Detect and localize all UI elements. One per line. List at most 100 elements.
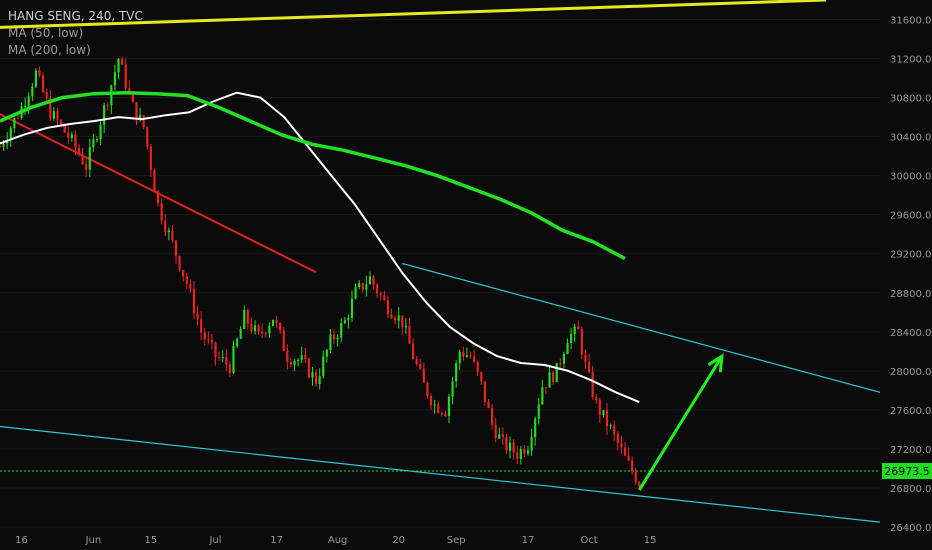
candle-body (555, 363, 558, 383)
candle-body (397, 315, 400, 321)
candle-body (444, 413, 447, 416)
y-tick-label: 26800.0 (890, 484, 931, 495)
candle-body (92, 139, 95, 148)
candle-body (361, 283, 364, 290)
candle-body (411, 343, 415, 360)
candle-body (221, 357, 224, 359)
candle-body (494, 424, 497, 439)
candle-body (174, 240, 178, 256)
candle-body (196, 313, 199, 320)
candle-body (146, 126, 149, 147)
candle-body (386, 300, 389, 315)
candle-body (505, 436, 508, 451)
candle-body (257, 325, 260, 332)
last-price-badge: 26973.5 (882, 463, 932, 480)
candle-body (552, 372, 555, 383)
y-tick-label: 26400.0 (890, 523, 931, 534)
candle-body (631, 460, 634, 472)
x-tick-label: Oct (580, 535, 597, 546)
candle-body (634, 471, 637, 483)
candle-body (250, 323, 253, 332)
candle-body (318, 376, 321, 385)
y-tick-label: 27200.0 (890, 445, 931, 456)
candle-body (99, 124, 102, 140)
candle-body (67, 132, 70, 138)
candle-body (408, 325, 411, 344)
candle-body (253, 325, 257, 332)
candle-body (34, 70, 37, 87)
candle-body (429, 395, 433, 406)
candle-body (271, 319, 275, 326)
candle-body (282, 330, 285, 351)
candle-body (462, 351, 465, 357)
candle-body (95, 139, 99, 141)
price-chart[interactable]: 26400.0 26800.0 27200.0 27600.0 28000.0 28400… (0, 0, 932, 550)
candle-body (315, 372, 318, 385)
candle-body (203, 332, 206, 340)
candle-body (167, 230, 170, 233)
y-tick-label: 29600.0 (890, 211, 931, 222)
candle-body (534, 418, 537, 438)
y-tick-label: 30800.0 (890, 94, 931, 105)
candle-body (45, 91, 48, 99)
trendline-channel-top (402, 262, 881, 393)
candle-body (336, 337, 339, 340)
y-tick-label: 28800.0 (890, 289, 931, 300)
candle-body (480, 372, 483, 382)
candle-body (38, 70, 41, 76)
candle-body (178, 255, 181, 271)
candle-body (605, 410, 609, 427)
candle-body (372, 276, 375, 285)
candle-body (343, 320, 346, 324)
candle-body (390, 314, 393, 319)
candle-body (426, 382, 429, 396)
y-axis: 26400.0 26800.0 27200.0 27600.0 28000.0 28400… (890, 16, 931, 534)
x-tick-label: 15 (144, 535, 157, 546)
candle-body (587, 361, 591, 372)
candle-body (85, 163, 88, 170)
candle-body (300, 355, 303, 360)
candle-body (580, 329, 583, 355)
candle-body (541, 387, 544, 405)
y-tick-label: 28000.0 (890, 367, 931, 378)
candle-body (422, 368, 425, 383)
x-tick-label: 15 (644, 535, 657, 546)
candle-body (325, 349, 328, 357)
candle-body (627, 455, 630, 461)
candle-body (307, 359, 310, 378)
candle-body (591, 371, 594, 398)
candle-body (297, 359, 300, 362)
candle-body (182, 270, 185, 277)
candle-body (404, 325, 407, 328)
candle-body (218, 357, 221, 359)
candle-body (31, 86, 34, 97)
candle-body (171, 230, 174, 241)
candle-body (286, 350, 289, 363)
candle-body (537, 404, 540, 419)
candle-body (498, 434, 501, 439)
candle-body (573, 326, 576, 335)
candle-body (322, 356, 325, 377)
candle-body (289, 362, 293, 365)
y-tick-label: 31200.0 (890, 55, 931, 66)
x-tick-label: Jul (208, 535, 221, 546)
candle-body (602, 410, 605, 416)
candle-body (340, 323, 343, 338)
candle-body (232, 346, 235, 373)
candle-body (508, 442, 512, 451)
candle-body (246, 310, 249, 324)
candle-body (77, 147, 81, 155)
candle-body (469, 355, 472, 357)
candle-body (562, 354, 565, 364)
candle-body (584, 354, 587, 362)
candle-body (0, 146, 2, 148)
candle-body (437, 404, 440, 414)
candle-body (516, 452, 519, 459)
projection-arrow (638, 355, 724, 491)
candle-body (149, 146, 152, 171)
candle-body (465, 355, 469, 357)
candle-body (142, 115, 145, 127)
candle-body (501, 434, 504, 437)
y-tick-label: 30400.0 (890, 133, 931, 144)
candle-body (243, 310, 246, 329)
